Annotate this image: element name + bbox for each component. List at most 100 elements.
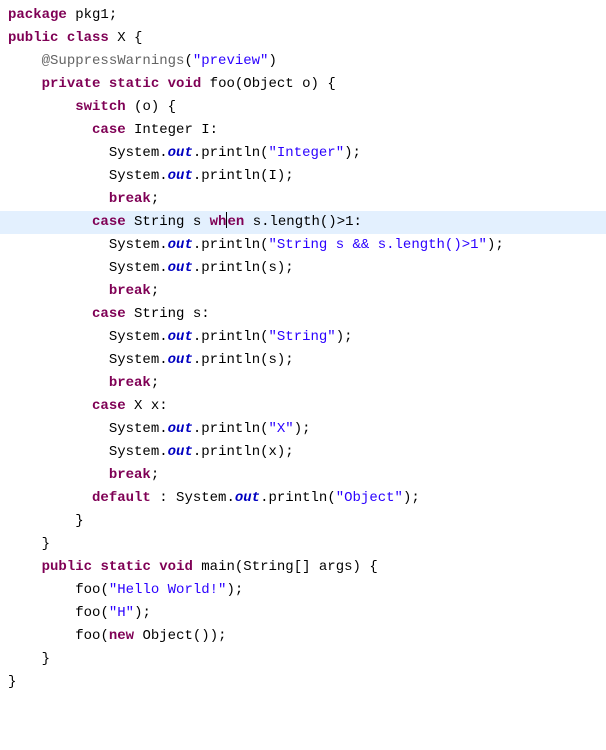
case-label: String s <box>134 214 201 230</box>
keyword-class: class <box>67 30 109 46</box>
code-line: System.out.println("X"); <box>0 418 606 441</box>
code-line: } <box>0 671 606 694</box>
string-literal: "Integer" <box>269 145 345 161</box>
code-line: System.out.println(s); <box>0 257 606 280</box>
keyword-void: void <box>168 76 202 92</box>
code-line: System.out.println("String"); <box>0 326 606 349</box>
string-literal: "X" <box>269 421 294 437</box>
out-field: out <box>168 421 193 437</box>
keyword-break: break <box>109 375 151 391</box>
var: x <box>269 444 277 460</box>
keyword-static: static <box>109 76 159 92</box>
method-name: main <box>201 559 235 575</box>
keyword-package: package <box>8 7 67 23</box>
code-line: case X x: <box>0 395 606 418</box>
code-line: case Integer I: <box>0 119 606 142</box>
keyword-case: case <box>92 306 126 322</box>
code-line: } <box>0 510 606 533</box>
code-line: System.out.println(x); <box>0 441 606 464</box>
case-label: String s <box>134 306 201 322</box>
sys: System <box>176 490 226 506</box>
param: String[] args <box>243 559 352 575</box>
sys: System <box>109 237 159 253</box>
out-field: out <box>168 444 193 460</box>
keyword-private: private <box>42 76 101 92</box>
code-line: foo("Hello World!"); <box>0 579 606 602</box>
sys: System <box>109 352 159 368</box>
code-line: break; <box>0 280 606 303</box>
out-field: out <box>235 490 260 506</box>
code-line: switch (o) { <box>0 96 606 119</box>
sys: System <box>109 145 159 161</box>
keyword-void: void <box>159 559 193 575</box>
code-line: } <box>0 533 606 556</box>
code-line: public class X { <box>0 27 606 50</box>
keyword-when: when <box>210 214 245 230</box>
code-line: System.out.println(I); <box>0 165 606 188</box>
keyword-case: case <box>92 122 126 138</box>
println: println <box>201 168 260 184</box>
var: s <box>269 260 277 276</box>
println: println <box>201 237 260 253</box>
call: foo <box>75 628 100 644</box>
keyword-static: static <box>100 559 150 575</box>
code-line: default : System.out.println("Object"); <box>0 487 606 510</box>
println: println <box>201 260 260 276</box>
println: println <box>269 490 328 506</box>
keyword-case: case <box>92 214 126 230</box>
code-line: private static void foo(Object o) { <box>0 73 606 96</box>
type: Object <box>142 628 192 644</box>
code-line: System.out.println(s); <box>0 349 606 372</box>
annotation: @SuppressWarnings <box>42 53 185 69</box>
string-literal: "H" <box>109 605 134 621</box>
sys: System <box>109 168 159 184</box>
keyword-case: case <box>92 398 126 414</box>
keyword-break: break <box>109 283 151 299</box>
keyword-default: default <box>92 490 151 506</box>
code-line: foo(new Object()); <box>0 625 606 648</box>
sys: System <box>109 329 159 345</box>
keyword-break: break <box>109 467 151 483</box>
case-label: X x <box>134 398 159 414</box>
out-field: out <box>168 352 193 368</box>
keyword-public: public <box>42 559 92 575</box>
string-literal: "String s && s.length()>1" <box>269 237 487 253</box>
sys: System <box>109 444 159 460</box>
code-line: case String s: <box>0 303 606 326</box>
sys: System <box>109 260 159 276</box>
string-literal: "preview" <box>193 53 269 69</box>
text-cursor <box>226 212 227 228</box>
code-line: break; <box>0 372 606 395</box>
keyword-new: new <box>109 628 134 644</box>
var: I <box>269 168 277 184</box>
method-name: foo <box>210 76 235 92</box>
param: Object o <box>243 76 310 92</box>
class-name: X <box>117 30 125 46</box>
println: println <box>201 352 260 368</box>
code-line: @SuppressWarnings("preview") <box>0 50 606 73</box>
println: println <box>201 145 260 161</box>
code-line: package pkg1; <box>0 4 606 27</box>
println: println <box>201 444 260 460</box>
call: foo <box>75 605 100 621</box>
keyword-public: public <box>8 30 58 46</box>
call: foo <box>75 582 100 598</box>
code-line: break; <box>0 188 606 211</box>
code-editor: package pkg1; public class X { @Suppress… <box>0 0 606 698</box>
var: s <box>269 352 277 368</box>
string-literal: "Object" <box>336 490 403 506</box>
println: println <box>201 329 260 345</box>
case-label: Integer I <box>134 122 210 138</box>
code-line: break; <box>0 464 606 487</box>
code-line: System.out.println("Integer"); <box>0 142 606 165</box>
package-name: pkg1 <box>75 7 109 23</box>
string-literal: "String" <box>269 329 336 345</box>
out-field: out <box>168 168 193 184</box>
out-field: out <box>168 145 193 161</box>
out-field: out <box>168 329 193 345</box>
out-field: out <box>168 260 193 276</box>
switch-expr: o <box>142 99 150 115</box>
code-line: } <box>0 648 606 671</box>
code-line: public static void main(String[] args) { <box>0 556 606 579</box>
when-condition: s.length()>1 <box>253 214 354 230</box>
